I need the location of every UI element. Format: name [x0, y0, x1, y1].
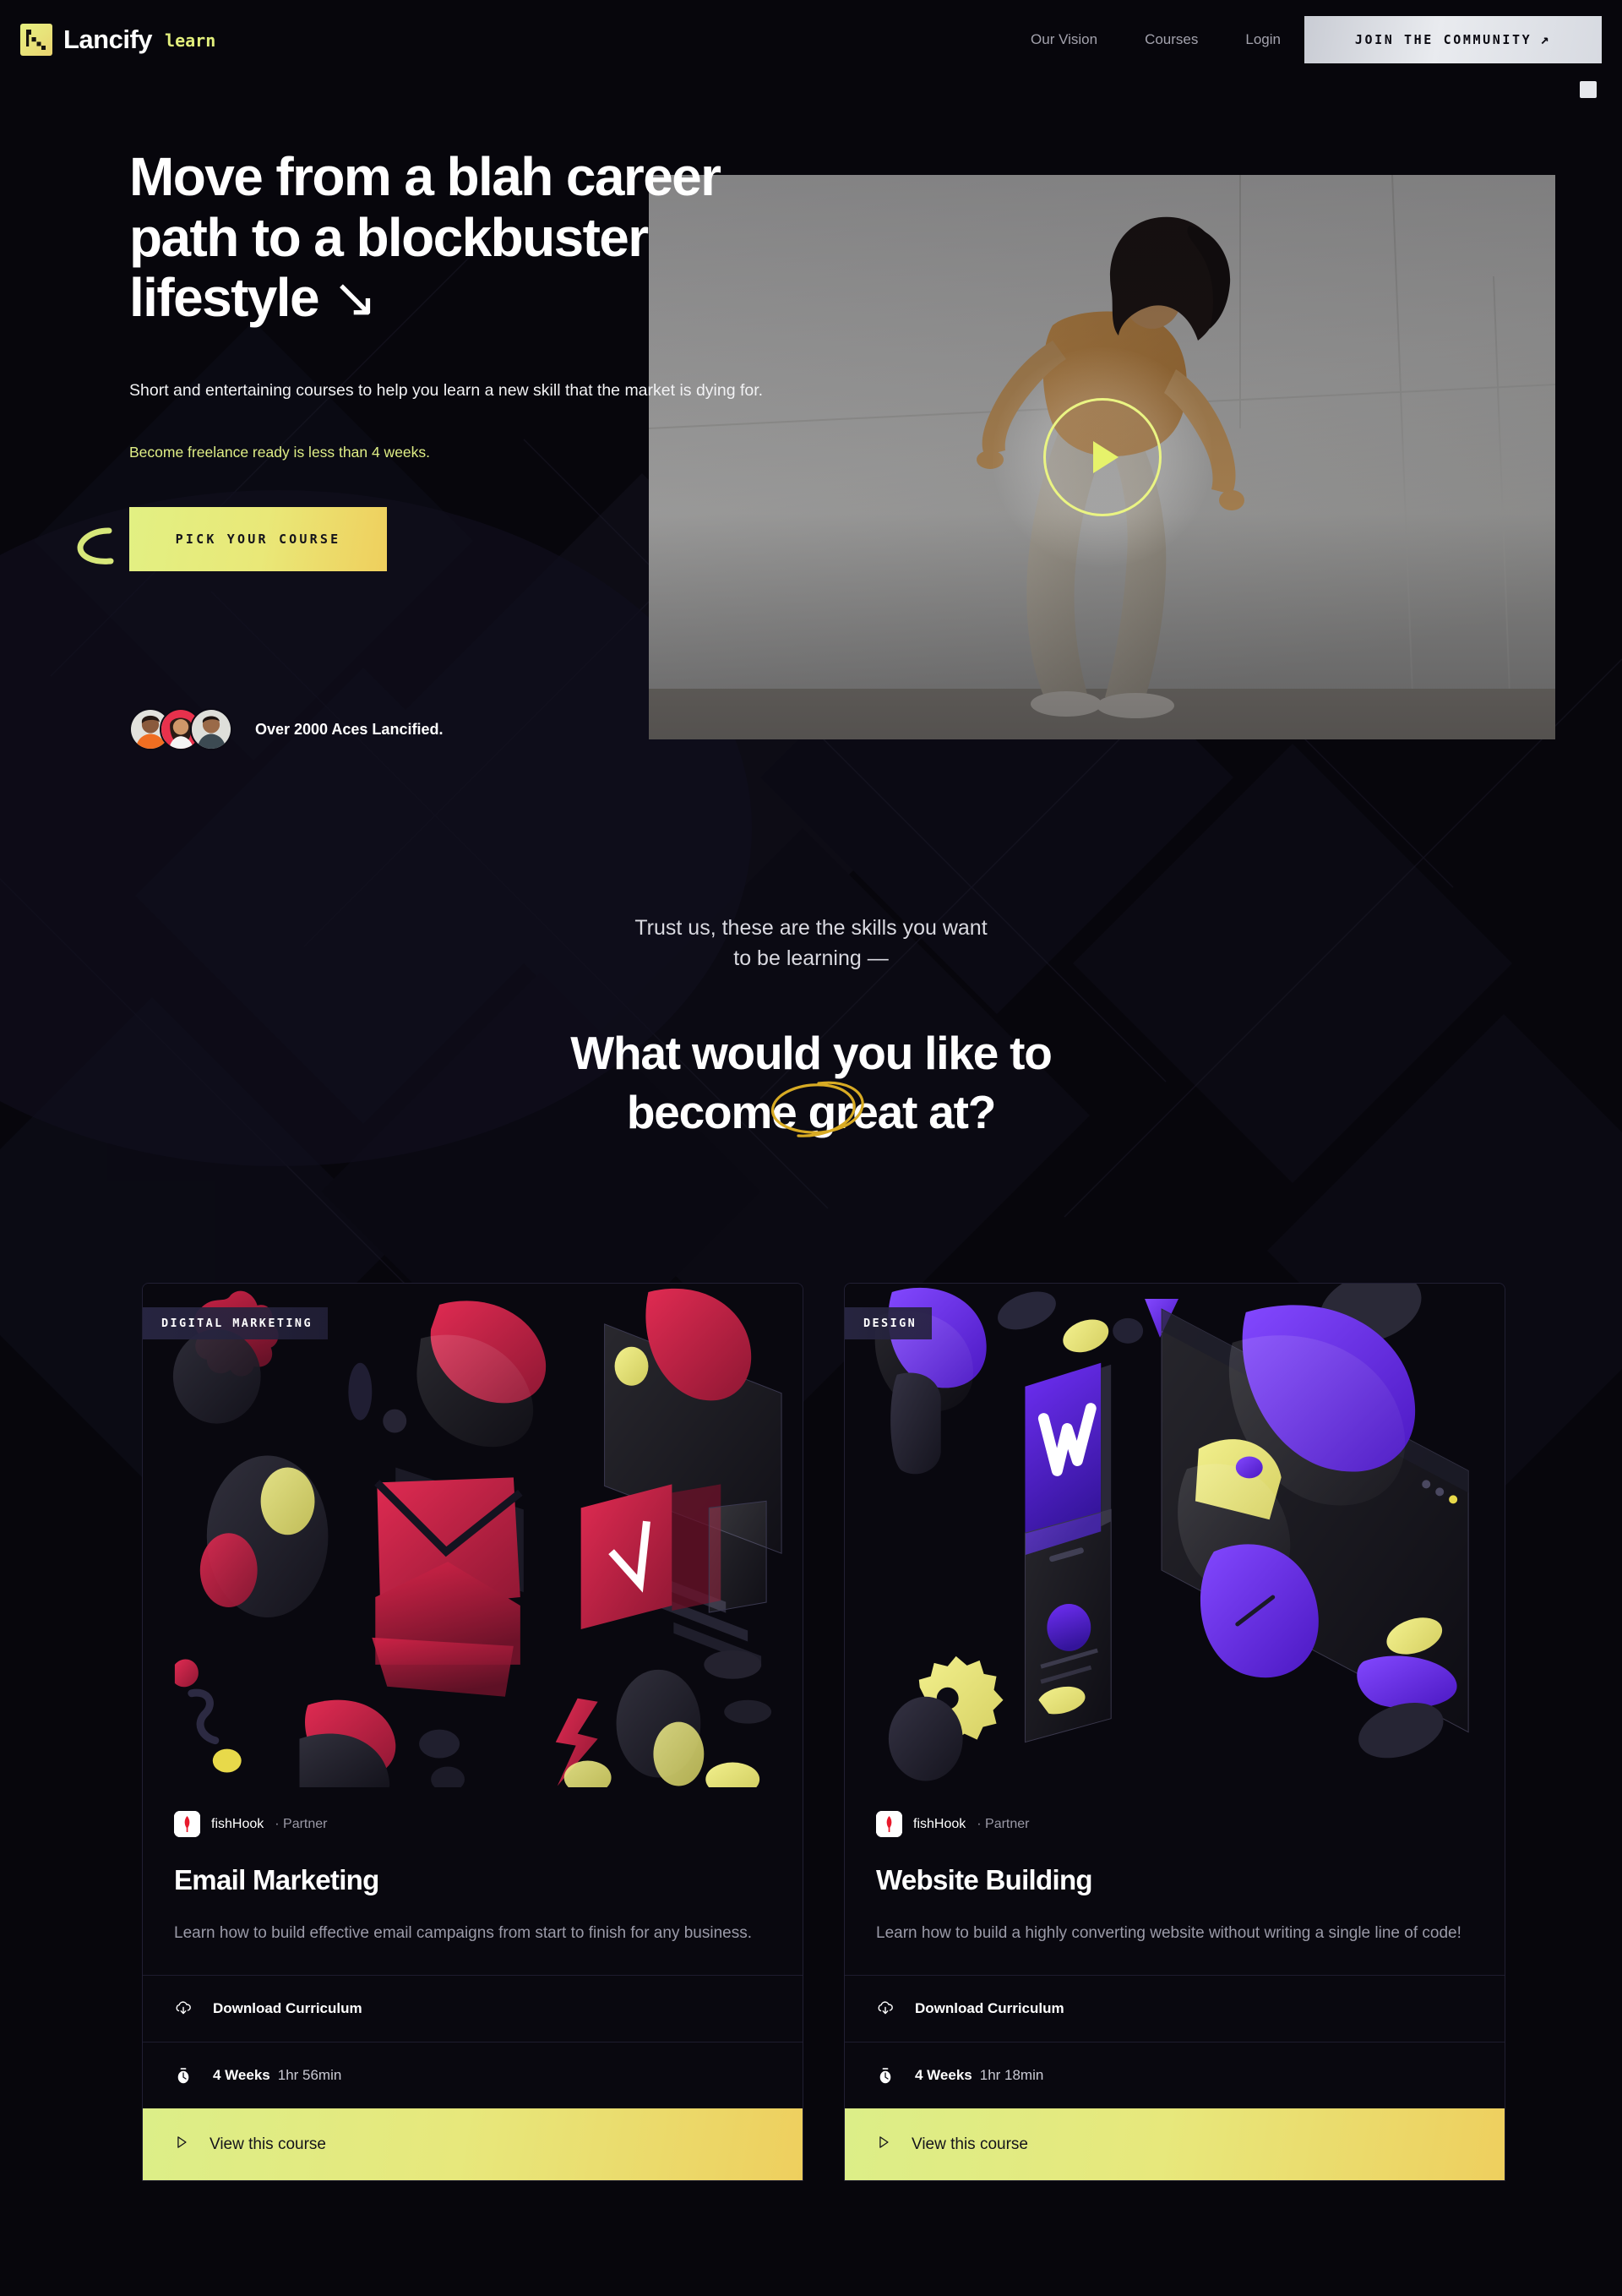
nav-link-our-vision[interactable]: Our Vision: [1007, 32, 1121, 46]
course-duration-row: 4 Weeks 1hr 56min: [143, 2042, 803, 2108]
social-proof-label: Over 2000 Aces Lancified.: [255, 720, 444, 738]
hero-content: Move from a blah career path to a blockb…: [77, 146, 890, 572]
play-triangle-icon: [876, 2135, 891, 2154]
hero-section: Move from a blah career path to a blockb…: [0, 0, 1622, 845]
view-this-course-button[interactable]: View this course: [143, 2108, 803, 2181]
course-card[interactable]: DIGITAL MARKETING fishHook · Partner Ema…: [142, 1283, 803, 2182]
course-card[interactable]: DESIGN fishHook · Partner Website Buildi…: [844, 1283, 1505, 2182]
heading-line-1: What would you like to: [570, 1027, 1053, 1079]
course-description: Learn how to build effective email campa…: [174, 1924, 752, 1942]
brand-suffix: learn: [165, 30, 216, 51]
course-duration-weeks: 4 Weeks: [915, 2067, 972, 2084]
partner-name: fishHook: [211, 1816, 264, 1831]
play-icon: [1092, 441, 1119, 473]
top-navigation-bar: Lancify learn Our Vision Courses Login J…: [0, 0, 1622, 79]
timer-icon: [876, 2066, 895, 2085]
nav-link-courses[interactable]: Courses: [1121, 32, 1222, 46]
course-duration-row: 4 Weeks 1hr 18min: [845, 2042, 1505, 2108]
play-button[interactable]: [1042, 398, 1162, 516]
course-duration-time: 1hr 18min: [979, 2067, 1044, 2084]
avatar-group: [129, 708, 232, 750]
download-cloud-icon: [174, 1999, 193, 2018]
course-duration-time: 1hr 56min: [277, 2067, 342, 2084]
section-intro: Trust us, these are the skills you want …: [0, 913, 1622, 1143]
arrow-down-right-icon: ↘: [332, 267, 378, 329]
course-card-body: fishHook · Partner Email Marketing Learn…: [143, 1789, 803, 1975]
kicker-line-2: to be learning —: [733, 946, 889, 970]
nav-links-group: Our Vision Courses Login JOIN THE COMMUN…: [1007, 15, 1622, 63]
heading-line-2: become great at?: [626, 1085, 996, 1138]
course-duration-weeks: 4 Weeks: [213, 2067, 270, 2084]
course-partner: fishHook · Partner: [174, 1811, 771, 1837]
kicker-line-1: Trust us, these are the skills you want: [634, 916, 988, 940]
course-card-artwork: DESIGN: [845, 1284, 1505, 1789]
download-curriculum-label: Download Curriculum: [915, 2000, 1064, 2017]
download-curriculum-row[interactable]: Download Curriculum: [143, 1975, 803, 2042]
hero-headline-line-3: lifestyle: [129, 267, 320, 329]
hero-accent-text: Become freelance ready is less than 4 we…: [129, 443, 431, 461]
timer-icon: [174, 2066, 193, 2085]
partner-role: · Partner: [977, 1816, 1030, 1831]
hero-headline-line-2: path to a blockbuster: [129, 206, 649, 268]
course-card-body: fishHook · Partner Website Building Lear…: [845, 1789, 1505, 1975]
hero-headline: Move from a blah career path to a blockb…: [129, 146, 771, 329]
course-cards-grid: DIGITAL MARKETING fishHook · Partner Ema…: [142, 1283, 1536, 2182]
view-course-label: View this course: [912, 2135, 1028, 2153]
brand-logo[interactable]: Lancify learn: [20, 23, 216, 56]
course-category-badge: DIGITAL MARKETING: [143, 1307, 328, 1339]
view-this-course-button[interactable]: View this course: [845, 2108, 1505, 2181]
partner-role: · Partner: [275, 1816, 328, 1831]
scrollbar-thumb[interactable]: [1580, 81, 1597, 98]
hero-headline-line-1: Move from a blah career: [129, 146, 721, 207]
section-kicker: Trust us, these are the skills you want …: [0, 913, 1622, 973]
course-title: Email Marketing: [174, 1864, 379, 1895]
social-proof: Over 2000 Aces Lancified.: [129, 708, 443, 750]
course-category-badge: DESIGN: [845, 1307, 933, 1339]
view-course-label: View this course: [210, 2135, 326, 2153]
download-curriculum-label: Download Curriculum: [213, 2000, 362, 2017]
download-cloud-icon: [876, 1999, 895, 2018]
pick-your-course-button[interactable]: PICK YOUR COURSE: [129, 507, 387, 572]
join-button-label: JOIN THE COMMUNITY: [1354, 31, 1532, 47]
play-triangle-icon: [174, 2135, 189, 2154]
hero-subtitle: Short and entertaining courses to help y…: [129, 381, 764, 401]
fishhook-logo-icon: [876, 1811, 902, 1837]
partner-name: fishHook: [913, 1816, 966, 1831]
fishhook-logo-icon: [174, 1811, 200, 1837]
course-title: Website Building: [876, 1864, 1093, 1895]
hero-cta-row: PICK YOUR COURSE: [77, 507, 890, 572]
download-curriculum-row[interactable]: Download Curriculum: [845, 1975, 1505, 2042]
arrow-up-right-icon: ↗: [1540, 30, 1552, 48]
course-description: Learn how to build a highly converting w…: [876, 1924, 1461, 1942]
section-heading: What would you like to become great at?: [570, 1024, 1053, 1143]
avatar: [190, 708, 232, 750]
pick-course-label: PICK YOUR COURSE: [175, 532, 341, 548]
brand-name: Lancify: [63, 25, 153, 54]
arc-decoration-icon: [77, 527, 114, 564]
join-the-community-button[interactable]: JOIN THE COMMUNITY ↗: [1304, 15, 1602, 63]
lancify-logo-icon: [20, 23, 52, 56]
course-card-artwork: DIGITAL MARKETING: [143, 1284, 803, 1789]
course-partner: fishHook · Partner: [876, 1811, 1473, 1837]
nav-link-login[interactable]: Login: [1222, 32, 1304, 46]
